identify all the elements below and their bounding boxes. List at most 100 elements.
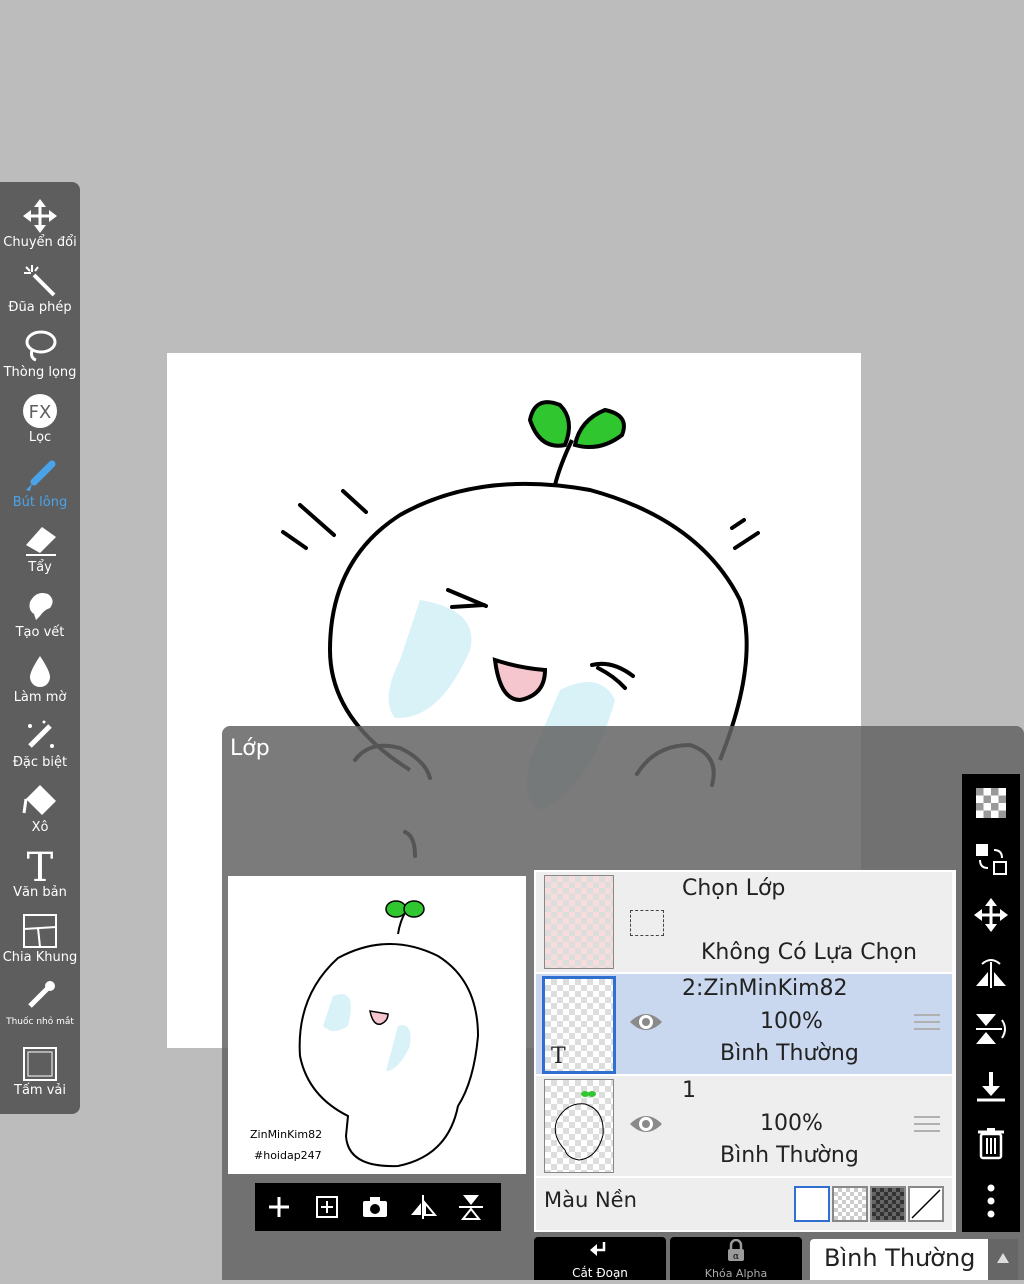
blend-mode-select[interactable]: Bình Thường [810, 1239, 988, 1280]
layer-side-toolbar [962, 774, 1020, 1232]
layer-opacity: 100% [760, 1111, 823, 1136]
bucket-icon [22, 785, 56, 815]
chevron-up-icon [997, 1253, 1009, 1263]
frame-divider-icon [23, 914, 57, 948]
add-layer-icon[interactable] [263, 1191, 295, 1223]
tool-label: Làm mờ [13, 690, 67, 705]
selection-status: Không Có Lựa Chọn [701, 940, 917, 965]
flip-layer-horizontal-icon[interactable] [972, 954, 1010, 992]
layer-thumbnail-art [554, 1091, 604, 1161]
selection-layer-title: Chọn Lớp [682, 876, 786, 901]
layer-row[interactable]: T 2:ZinMinKim82 100% Bình Thường [536, 974, 952, 1074]
tool-sidebar: Chuyển đổi Đũa phép Thòng lọng FX Lọc Bú… [0, 182, 80, 1114]
alpha-lock-label: Khóa Alpha [704, 1267, 768, 1280]
tool-special[interactable]: Đặc biệt [0, 712, 80, 776]
layer-bottom-bar: Cắt Đoạn α Khóa Alpha Bình Thường [534, 1237, 1024, 1280]
tool-label: Tạo vết [15, 625, 65, 640]
tool-label: Thuốc nhỏ mắt [6, 1017, 74, 1027]
selection-marquee-icon [630, 910, 664, 936]
layer-list: Chọn Lớp Không Có Lựa Chọn T 2:ZinMinKim… [534, 870, 956, 1232]
more-options-icon[interactable] [972, 1182, 1010, 1220]
magic-wand-icon [24, 265, 56, 297]
tool-frame-divider[interactable]: Chia Khung [0, 907, 80, 971]
transparency-checker-icon[interactable] [972, 784, 1010, 822]
brush-icon [26, 460, 56, 491]
tool-eyedropper[interactable]: Thuốc nhỏ mắt [0, 972, 80, 1036]
smudge-icon [29, 593, 53, 620]
tool-brush[interactable]: Bút lông [0, 452, 80, 516]
clip-arrow-icon [590, 1242, 606, 1256]
special-pen-icon [28, 720, 54, 748]
flip-horizontal-icon[interactable] [407, 1191, 439, 1223]
tool-smudge[interactable]: Tạo vết [0, 582, 80, 646]
svg-text:T: T [27, 848, 54, 884]
layer-blend-mode: Bình Thường [720, 1041, 859, 1066]
layer-thumbnail [544, 1079, 614, 1173]
layer-actions-bar [255, 1183, 501, 1231]
tool-magic-wand[interactable]: Đũa phép [0, 257, 80, 321]
canvas-preview[interactable]: ZinMinKim82 #hoidap247 [228, 876, 526, 1174]
tool-label: Thòng lọng [3, 365, 77, 380]
eraser-icon [26, 527, 56, 556]
flip-layer-vertical-icon[interactable] [972, 1010, 1010, 1048]
preview-signature-line1: ZinMinKim82 [250, 1128, 323, 1141]
layer-row[interactable]: 1 100% Bình Thường [536, 1076, 952, 1176]
move-arrows-icon [23, 199, 57, 233]
text-icon: T [27, 848, 54, 884]
background-label: Màu Nền [544, 1188, 637, 1212]
preview-signature-line2: #hoidap247 [254, 1149, 322, 1162]
drag-handle-icon[interactable] [914, 1116, 940, 1138]
tool-label: Tẩy [28, 560, 52, 575]
merge-down-icon[interactable] [972, 1068, 1010, 1106]
layer-panel: Lớp ZinMinKim82 #hoidap247 Chọn Lớp Khôn… [222, 726, 1024, 1280]
fx-filter-icon: FX [23, 394, 57, 428]
tool-canvas[interactable]: Tấm vải [0, 1040, 80, 1104]
selection-layer-row[interactable]: Chọn Lớp Không Có Lựa Chọn [536, 872, 952, 972]
delete-layer-icon[interactable] [972, 1124, 1010, 1162]
drag-handle-icon[interactable] [914, 1014, 940, 1036]
canvas-icon [23, 1047, 57, 1081]
layer-blend-mode: Bình Thường [720, 1143, 859, 1168]
visibility-eye-icon[interactable] [628, 1010, 664, 1034]
background-color-row: Màu Nền [536, 1178, 952, 1230]
visibility-eye-icon[interactable] [628, 1112, 664, 1136]
eyedropper-icon [28, 981, 55, 1008]
layer-thumbnail: T [542, 976, 616, 1074]
tool-label: Chia Khung [2, 950, 78, 965]
tool-label: Bút lông [12, 495, 68, 510]
blend-mode-toggle[interactable] [988, 1239, 1018, 1280]
tool-filter[interactable]: FX Lọc [0, 387, 80, 451]
tool-label: Đặc biệt [12, 755, 68, 770]
flip-vertical-icon[interactable] [455, 1191, 487, 1223]
selection-thumbnail [544, 875, 614, 969]
bg-dark-checker-swatch[interactable] [870, 1186, 906, 1222]
tool-bucket[interactable]: Xô [0, 777, 80, 841]
layer-name: 1 [682, 1078, 696, 1103]
tool-label: Tấm vải [14, 1083, 66, 1098]
bg-white-swatch[interactable] [794, 1186, 830, 1222]
tool-label: Chuyển đổi [3, 235, 77, 250]
tool-eraser[interactable]: Tẩy [0, 517, 80, 581]
tool-label: Đũa phép [8, 300, 72, 315]
blur-drop-icon [30, 656, 50, 687]
layer-opacity: 100% [760, 1009, 823, 1034]
tool-label: Văn bản [13, 885, 67, 900]
alpha-lock-button[interactable]: α Khóa Alpha [670, 1237, 802, 1280]
blend-mode-value: Bình Thường [824, 1244, 976, 1272]
tool-blur[interactable]: Làm mờ [0, 647, 80, 711]
camera-icon[interactable] [359, 1191, 391, 1223]
bg-none-swatch[interactable] [908, 1186, 944, 1222]
svg-text:FX: FX [29, 402, 52, 423]
text-layer-badge: T [551, 1044, 566, 1069]
tool-label: Xô [31, 820, 49, 835]
panel-title: Lớp [230, 736, 270, 761]
move-layer-icon[interactable] [972, 896, 1010, 934]
bg-light-checker-swatch[interactable] [832, 1186, 868, 1222]
tool-lasso[interactable]: Thòng lọng [0, 322, 80, 386]
clipping-button[interactable]: Cắt Đoạn [534, 1237, 666, 1280]
tool-text[interactable]: T Văn bản [0, 842, 80, 906]
duplicate-layer-icon[interactable] [311, 1191, 343, 1223]
swap-layer-icon[interactable] [972, 840, 1010, 878]
tool-label: Lọc [28, 430, 52, 445]
tool-transform[interactable]: Chuyển đổi [0, 192, 80, 256]
